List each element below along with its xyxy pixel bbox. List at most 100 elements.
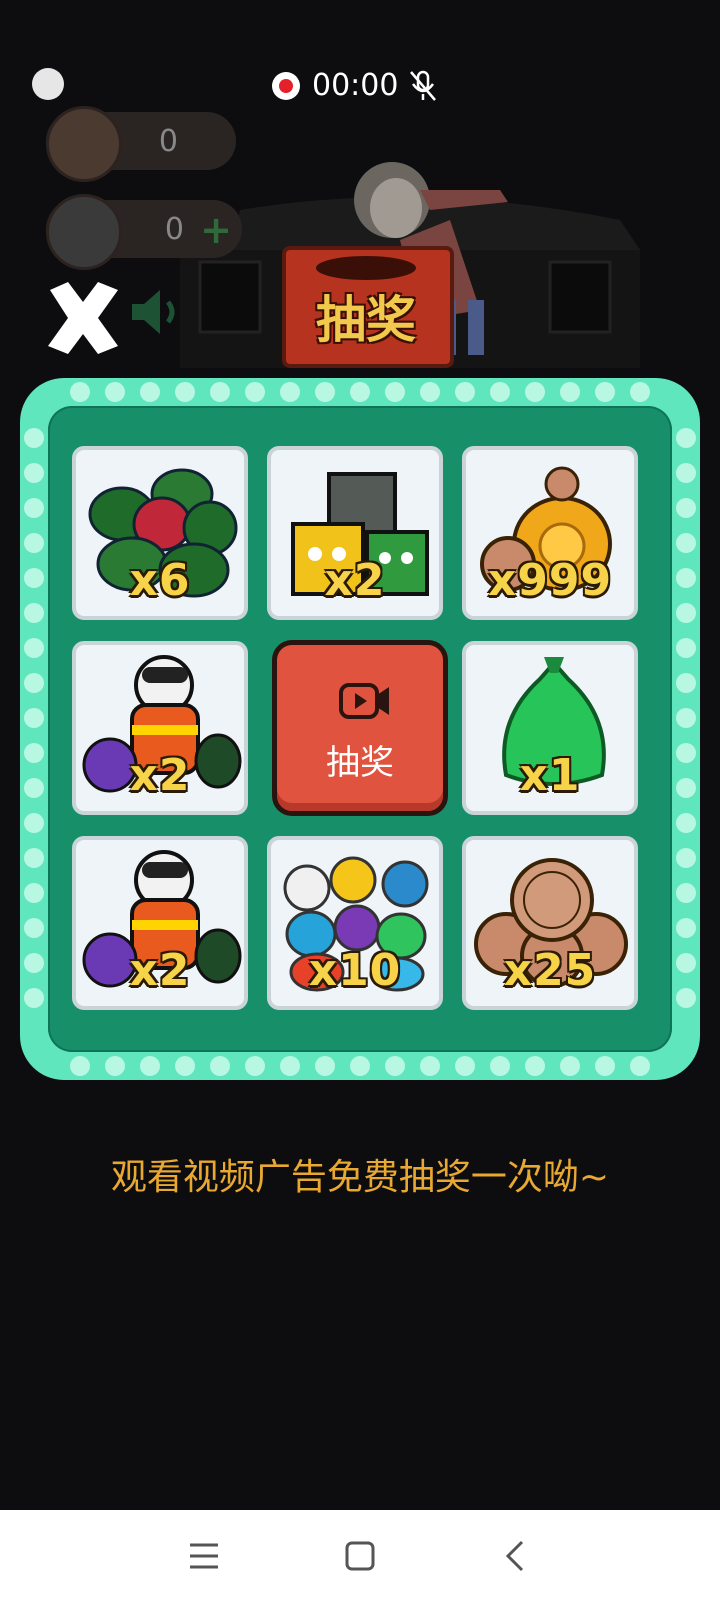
frame-light	[24, 498, 44, 518]
frame-light	[280, 382, 300, 402]
menu-icon[interactable]	[182, 1534, 226, 1578]
frame-light	[24, 883, 44, 903]
frame-light	[350, 382, 370, 402]
frame-light	[24, 673, 44, 693]
frame-light	[676, 568, 696, 588]
frame-light	[385, 382, 405, 402]
close-button[interactable]	[40, 278, 126, 358]
prize-quantity: x2	[324, 555, 386, 606]
frame-light	[385, 1056, 405, 1076]
frame-light	[455, 382, 475, 402]
frame-light	[676, 533, 696, 553]
frame-light	[175, 1056, 195, 1076]
frame-light	[280, 1056, 300, 1076]
frame-light	[315, 382, 335, 402]
prize-quantity: x2	[129, 750, 191, 801]
system-nav-bar	[0, 1510, 720, 1600]
frame-light	[630, 1056, 650, 1076]
bag-counter: 0 +	[46, 194, 242, 270]
prize-cell-3: x999	[462, 446, 638, 620]
prize-cell-7: x10	[267, 836, 443, 1010]
frame-light	[595, 382, 615, 402]
frame-light	[24, 953, 44, 973]
frame-light	[24, 813, 44, 833]
frame-light	[245, 382, 265, 402]
prize-quantity: x999	[487, 555, 613, 606]
frame-light	[24, 568, 44, 588]
frame-light	[175, 382, 195, 402]
frame-light	[210, 1056, 230, 1076]
frame-light	[350, 1056, 370, 1076]
frame-light	[24, 778, 44, 798]
frame-light	[676, 883, 696, 903]
mic-muted-icon[interactable]	[408, 70, 438, 102]
frame-light	[140, 382, 160, 402]
frame-light	[24, 533, 44, 553]
draw-button[interactable]: 抽奖	[272, 640, 448, 816]
frame-light	[525, 1056, 545, 1076]
frame-light	[676, 428, 696, 448]
prize-quantity: x1	[519, 750, 581, 801]
prize-cell-1: x6	[72, 446, 248, 620]
frame-light	[676, 708, 696, 728]
prize-quantity: x25	[503, 945, 597, 996]
prize-quantity: x2	[129, 945, 191, 996]
page-title: 抽奖	[316, 291, 416, 349]
frame-light	[525, 382, 545, 402]
bag-count: 0	[164, 212, 184, 247]
frame-light	[24, 743, 44, 763]
coin-icon	[46, 106, 122, 182]
frame-light	[676, 743, 696, 763]
recording-time: 00:00	[312, 68, 399, 103]
ad-hint-text: 观看视频广告免费抽奖一次呦~	[110, 1157, 610, 1198]
frame-light	[560, 1056, 580, 1076]
frame-light	[455, 1056, 475, 1076]
prize-cell-2: x2	[267, 446, 443, 620]
frame-light	[560, 382, 580, 402]
frame-light	[24, 848, 44, 868]
frame-light	[140, 1056, 160, 1076]
floating-ball[interactable]	[32, 68, 64, 100]
frame-light	[24, 918, 44, 938]
frame-light	[676, 813, 696, 833]
frame-light	[70, 1056, 90, 1076]
frame-light	[490, 382, 510, 402]
back-icon[interactable]	[494, 1534, 538, 1578]
record-icon	[272, 72, 300, 100]
frame-light	[676, 988, 696, 1008]
frame-light	[70, 382, 90, 402]
frame-light	[420, 1056, 440, 1076]
frame-light	[676, 498, 696, 518]
prize-cell-4: x2	[72, 641, 248, 815]
frame-light	[105, 382, 125, 402]
frame-light	[245, 1056, 265, 1076]
frame-light	[676, 953, 696, 973]
frame-light	[24, 603, 44, 623]
frame-light	[315, 1056, 335, 1076]
frame-light	[676, 638, 696, 658]
frame-light	[24, 638, 44, 658]
frame-light	[676, 848, 696, 868]
frame-light	[210, 382, 230, 402]
add-bags-button[interactable]: +	[200, 208, 232, 252]
recording-indicator[interactable]: 00:00	[262, 62, 452, 110]
frame-light	[676, 778, 696, 798]
sound-icon[interactable]	[126, 282, 186, 342]
prize-cell-6: x2	[72, 836, 248, 1010]
home-icon[interactable]	[338, 1534, 382, 1578]
frame-light	[676, 673, 696, 693]
prize-quantity: x6	[129, 555, 191, 606]
frame-light	[420, 382, 440, 402]
frame-light	[490, 1056, 510, 1076]
coin-counter: 0	[46, 106, 236, 182]
frame-light	[105, 1056, 125, 1076]
frame-light	[24, 708, 44, 728]
draw-button-label: 抽奖	[326, 743, 394, 783]
prize-cell-8: x25	[462, 836, 638, 1010]
frame-light	[24, 463, 44, 483]
video-play-icon	[339, 683, 389, 719]
bag-icon	[46, 194, 122, 270]
frame-light	[595, 1056, 615, 1076]
prize-quantity: x10	[308, 945, 402, 996]
frame-light	[24, 988, 44, 1008]
